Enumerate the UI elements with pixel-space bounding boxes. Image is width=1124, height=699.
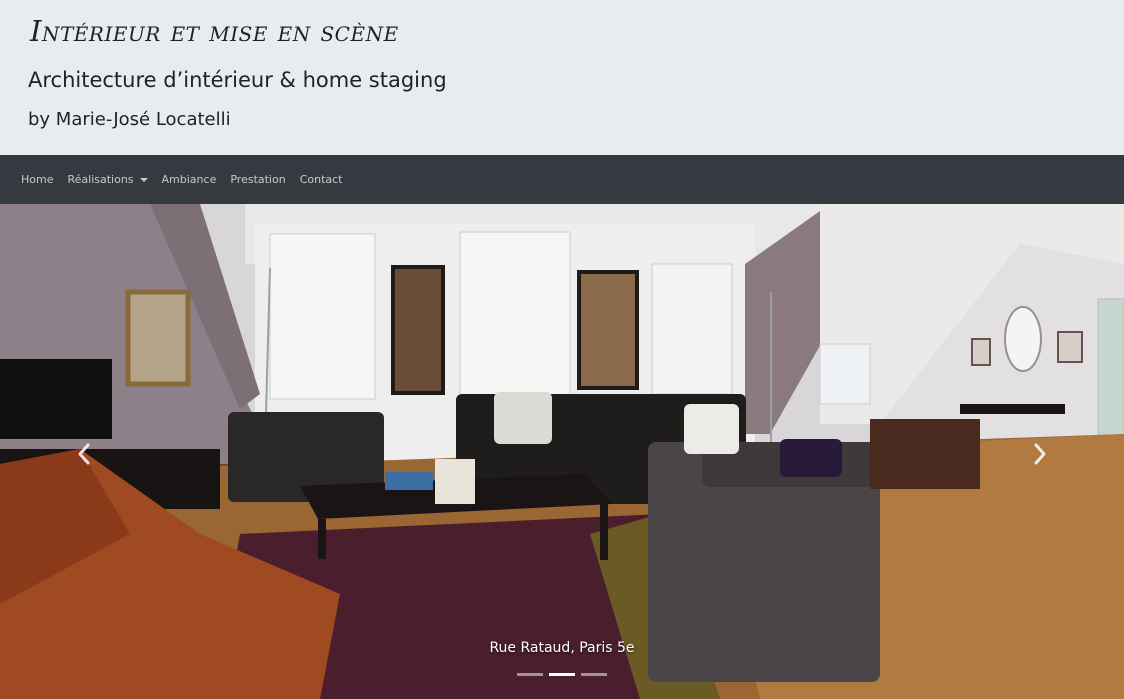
nav-item-realisations-label: Réalisations [67,173,134,186]
carousel-caption: Rue Rataud, Paris 5e [489,640,635,656]
nav-item-ambiance[interactable]: Ambiance [162,173,217,186]
image-carousel[interactable]: Rue Rataud, Paris 5e [0,204,1124,699]
carousel-next-button[interactable] [1000,404,1080,504]
carousel-indicator-3[interactable] [581,673,607,676]
carousel-indicator-2[interactable] [549,673,575,676]
site-title[interactable]: Intérieur et mise en scène [30,14,399,48]
site-byline: by Marie-José Locatelli [28,109,231,130]
nav-item-realisations-dropdown[interactable]: Réalisations [67,173,148,186]
carousel-indicators [0,673,1124,676]
carousel-slide-image [0,204,1124,699]
site-header: Intérieur et mise en scène Architecture … [0,0,1124,155]
main-navbar: Home Réalisations Ambiance Prestation Co… [0,155,1124,204]
carousel-prev-button[interactable] [44,404,124,504]
nav-item-home[interactable]: Home [21,173,53,186]
nav-item-contact[interactable]: Contact [300,173,343,186]
chevron-right-icon [1034,443,1046,465]
site-subtitle: Architecture d’intérieur & home staging [28,68,447,92]
caret-down-icon [139,177,148,182]
nav-item-prestation[interactable]: Prestation [230,173,285,186]
chevron-left-icon [78,443,90,465]
carousel-indicator-1[interactable] [517,673,543,676]
